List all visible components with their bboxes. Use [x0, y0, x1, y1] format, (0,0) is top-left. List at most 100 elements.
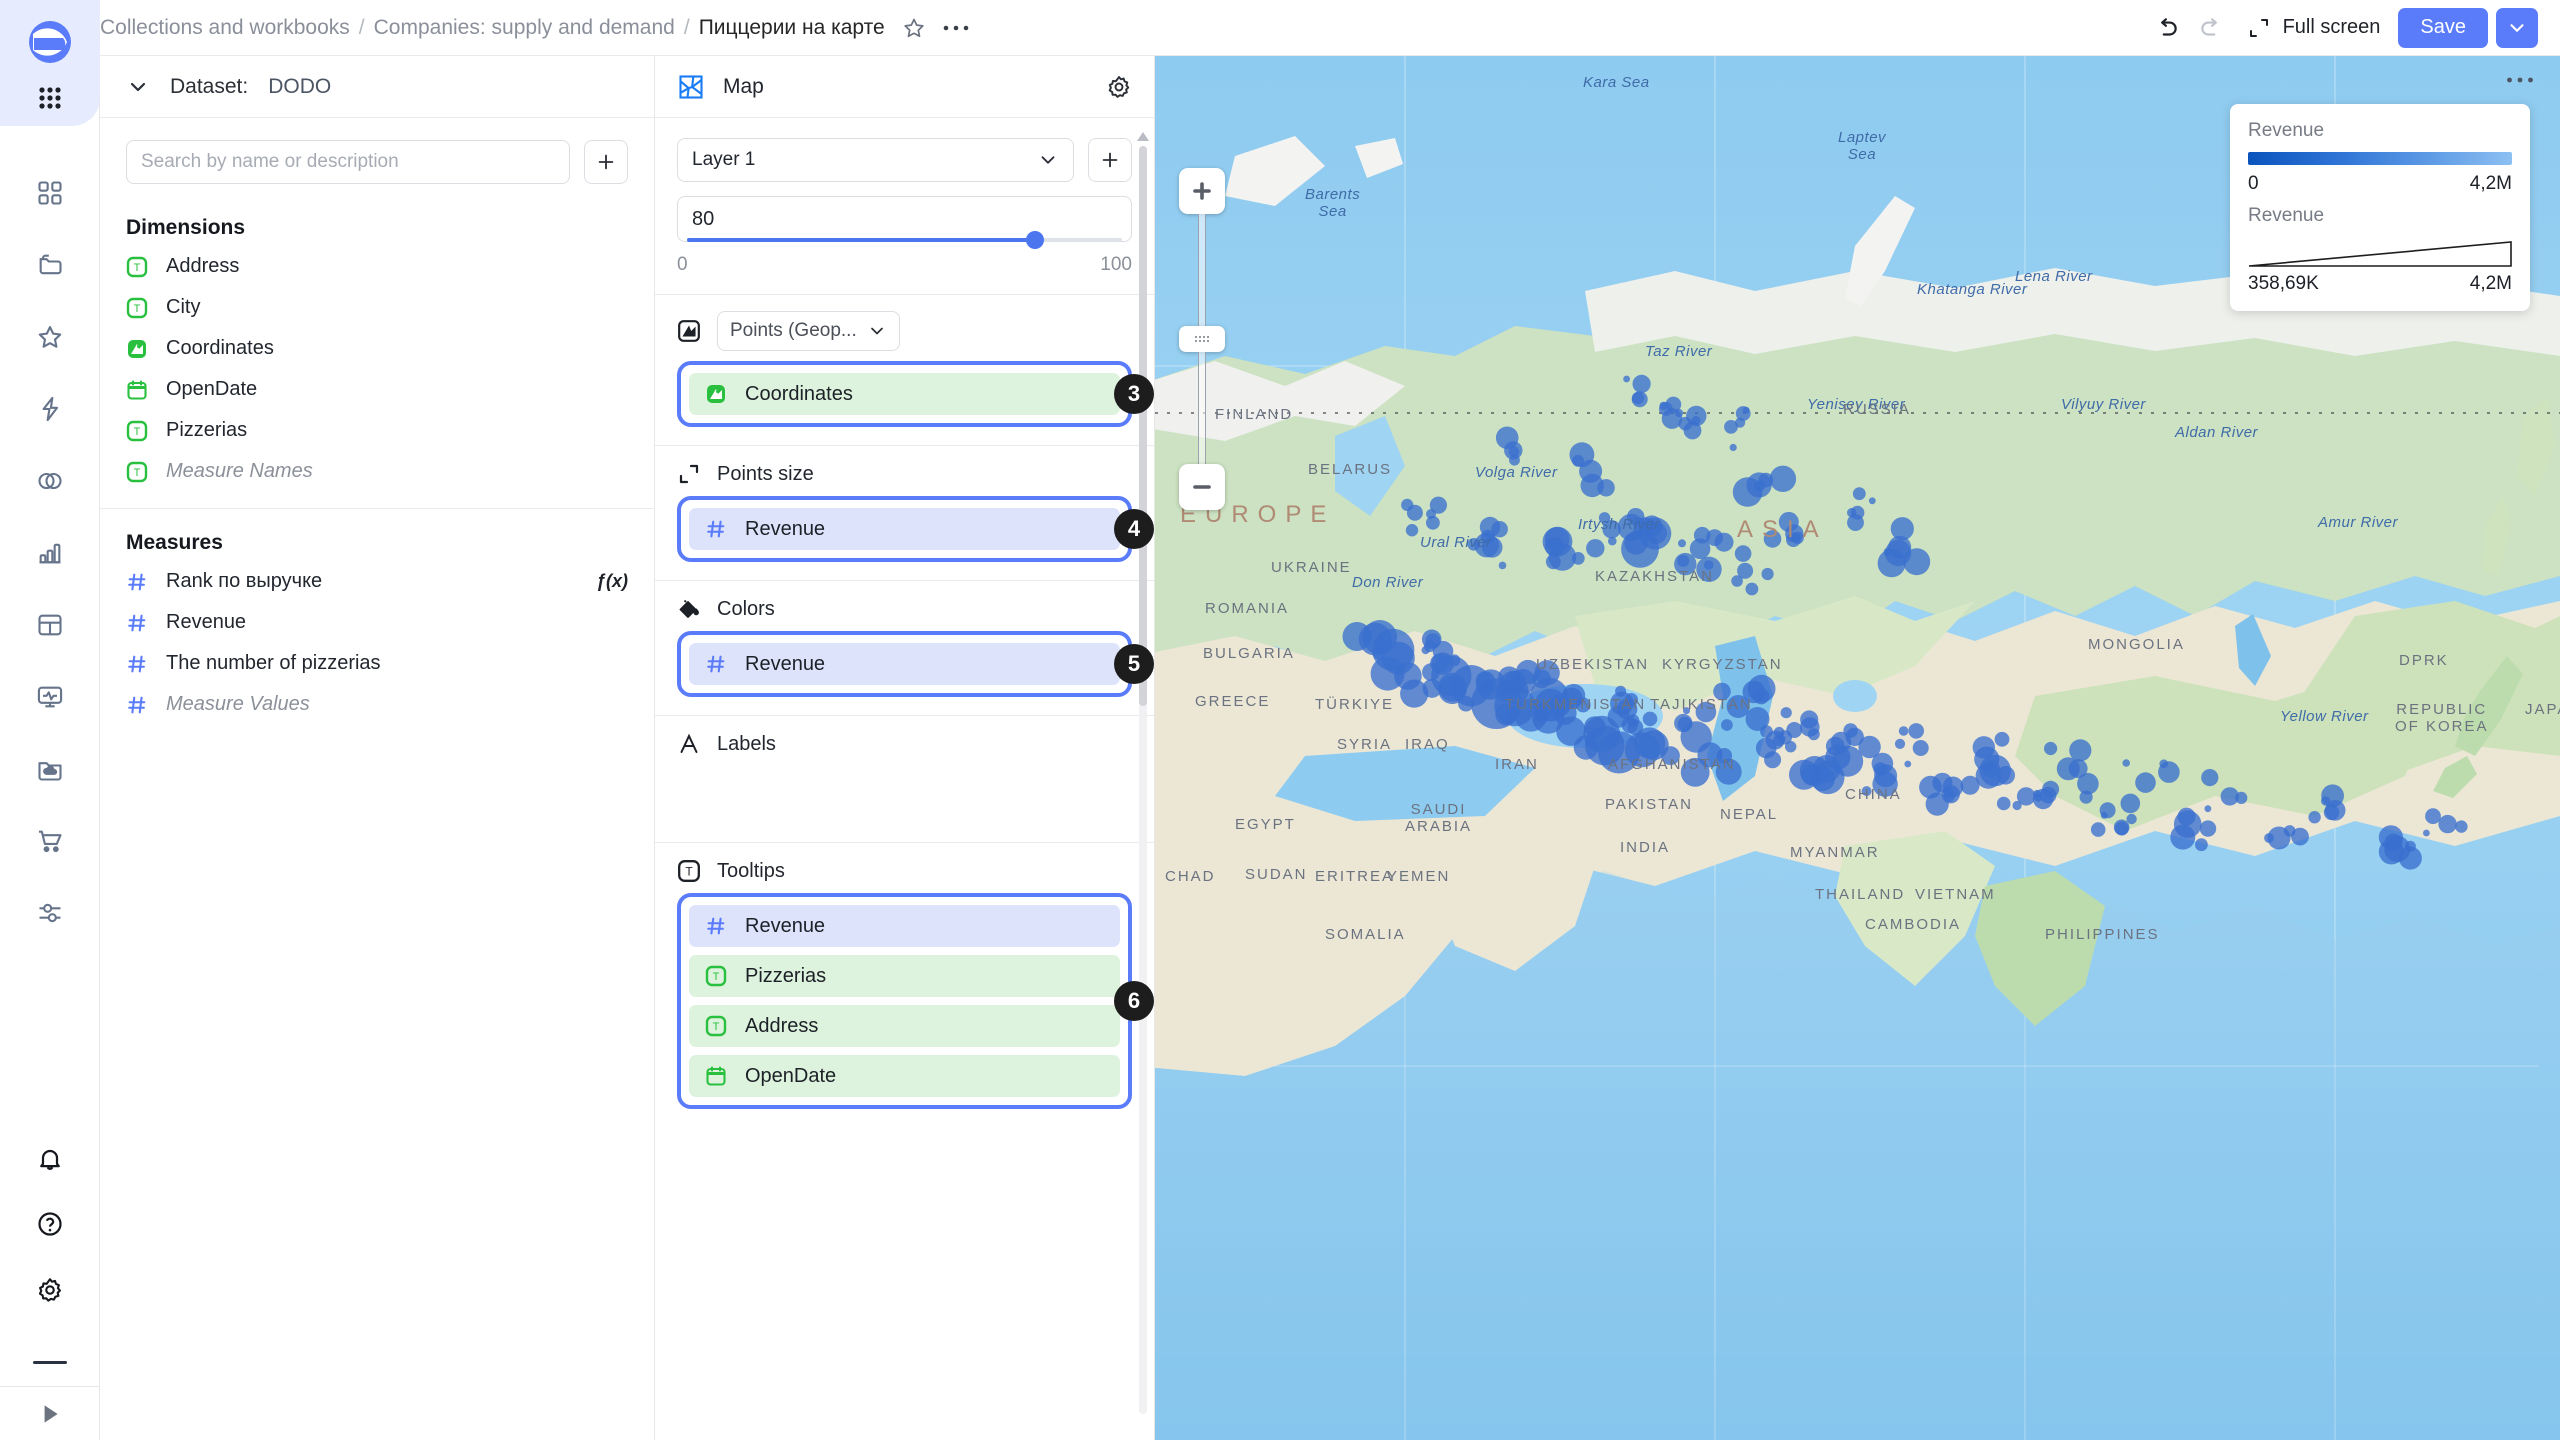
map-visualization[interactable]: Kara Sea Barents Sea Laptev Sea Khatanga Ri… — [1155, 56, 2560, 1440]
map-point[interactable] — [2012, 800, 2022, 811]
map-point[interactable] — [1734, 545, 1752, 562]
map-point[interactable] — [2039, 786, 2057, 804]
measure-row[interactable]: Revenue — [100, 602, 654, 643]
field-chip-address-tooltip[interactable]: T Address — [689, 1005, 1120, 1047]
map-point[interactable] — [1830, 731, 1852, 753]
map-point[interactable] — [1467, 538, 1481, 551]
map-point[interactable] — [1498, 561, 1507, 570]
map-point[interactable] — [2235, 791, 2248, 805]
map-point[interactable] — [2135, 772, 2156, 793]
map-point[interactable] — [2321, 784, 2344, 808]
sidebar-item-marketplace[interactable] — [25, 816, 75, 866]
map-point[interactable] — [1680, 757, 1710, 787]
star-icon[interactable] — [899, 13, 929, 43]
drag-handle-icon[interactable] — [1179, 326, 1225, 352]
map-point[interactable] — [2264, 833, 2274, 843]
map-point[interactable] — [1683, 707, 1690, 715]
map-point[interactable] — [1382, 641, 1415, 675]
map-point[interactable] — [1871, 752, 1894, 775]
fullscreen-button[interactable]: Full screen — [2247, 16, 2380, 40]
collapse-handle-icon[interactable] — [32, 1361, 67, 1364]
map-point[interactable] — [2122, 759, 2130, 767]
zoom-slider-rail-lower[interactable] — [1198, 352, 1206, 464]
map-point[interactable] — [1424, 640, 1436, 653]
map-point[interactable] — [1621, 717, 1638, 734]
map-point[interactable] — [1721, 719, 1733, 731]
sidebar-item-quick[interactable] — [25, 384, 75, 434]
map-point[interactable] — [1729, 443, 1737, 452]
map-point[interactable] — [1632, 374, 1651, 393]
map-point[interactable] — [1677, 554, 1690, 567]
map-point[interactable] — [1716, 748, 1733, 764]
dimension-row[interactable]: T Address — [100, 246, 654, 287]
map-point[interactable] — [1580, 473, 1604, 498]
breadcrumb-item-collections[interactable]: Collections and workbooks — [100, 16, 350, 40]
map-point[interactable] — [1996, 766, 2015, 785]
map-point[interactable] — [1624, 693, 1638, 707]
map-point[interactable] — [1742, 406, 1750, 414]
map-point[interactable] — [1764, 751, 1782, 769]
map-point[interactable] — [1785, 741, 1797, 753]
map-point[interactable] — [1480, 529, 1495, 544]
map-point[interactable] — [1908, 723, 1924, 739]
zoom-slider-rail[interactable] — [1198, 214, 1206, 326]
undo-icon[interactable] — [2145, 6, 2189, 50]
map-more-icon[interactable] — [2506, 68, 2534, 84]
map-point[interactable] — [2398, 846, 2422, 870]
sidebar-item-monitoring[interactable] — [25, 672, 75, 722]
map-point[interactable] — [2291, 827, 2309, 846]
map-point[interactable] — [1714, 532, 1734, 552]
map-point[interactable] — [1868, 497, 1876, 505]
geometry-type-select[interactable]: Points (Geop... — [717, 311, 900, 351]
map-point[interactable] — [1545, 554, 1561, 570]
map-point[interactable] — [2177, 807, 2196, 826]
map-point[interactable] — [1912, 740, 1929, 756]
map-point[interactable] — [1919, 775, 1942, 799]
map-point[interactable] — [2126, 813, 2137, 825]
map-point[interactable] — [1715, 758, 1742, 785]
map-point[interactable] — [1780, 707, 1792, 719]
map-point[interactable] — [1894, 738, 1906, 750]
map-point[interactable] — [1405, 524, 1419, 537]
map-point[interactable] — [1786, 532, 1801, 548]
map-point[interactable] — [1401, 498, 1414, 511]
map-point[interactable] — [2455, 820, 2468, 833]
map-point[interactable] — [2378, 825, 2403, 850]
map-point[interactable] — [1426, 509, 1436, 519]
map-point[interactable] — [1904, 760, 1912, 768]
map-point[interactable] — [2090, 822, 2106, 837]
dimension-row[interactable]: T City — [100, 287, 654, 328]
map-point[interactable] — [2033, 789, 2041, 798]
map-point[interactable] — [1621, 530, 1659, 568]
map-point[interactable] — [1695, 701, 1717, 723]
map-point[interactable] — [1623, 375, 1630, 383]
map-point[interactable] — [1631, 392, 1645, 405]
map-point[interactable] — [1763, 530, 1782, 548]
map-point[interactable] — [2068, 759, 2088, 779]
opacity-slider-track[interactable] — [687, 231, 1122, 249]
measure-row[interactable]: The number of pizzerias — [100, 643, 654, 684]
map-point[interactable] — [1811, 760, 1845, 795]
map-point[interactable] — [1495, 426, 1519, 450]
map-point[interactable] — [1678, 539, 1686, 548]
scrollbar-thumb[interactable] — [1139, 146, 1147, 706]
map-point[interactable] — [1585, 725, 1625, 766]
gear-icon[interactable] — [1106, 74, 1132, 100]
map-point[interactable] — [1861, 786, 1872, 797]
map-point[interactable] — [2425, 808, 2441, 825]
map-point[interactable] — [1544, 537, 1564, 557]
opacity-value-field[interactable]: 80 — [677, 196, 1132, 242]
map-point[interactable] — [1713, 682, 1731, 701]
map-point[interactable] — [1732, 477, 1763, 507]
field-chip-revenue-color[interactable]: Revenue — [689, 643, 1120, 685]
map-point[interactable] — [1633, 727, 1666, 759]
map-point[interactable] — [1696, 556, 1722, 582]
map-point[interactable] — [1569, 442, 1595, 468]
sidebar-item-charts[interactable] — [25, 528, 75, 578]
zoom-in-button[interactable] — [1179, 168, 1225, 214]
map-point[interactable] — [2195, 838, 2208, 852]
question-circle-icon[interactable] — [25, 1199, 75, 1249]
map-point[interactable] — [2069, 739, 2092, 762]
add-field-button[interactable] — [584, 140, 628, 184]
map-point[interactable] — [1642, 711, 1658, 727]
